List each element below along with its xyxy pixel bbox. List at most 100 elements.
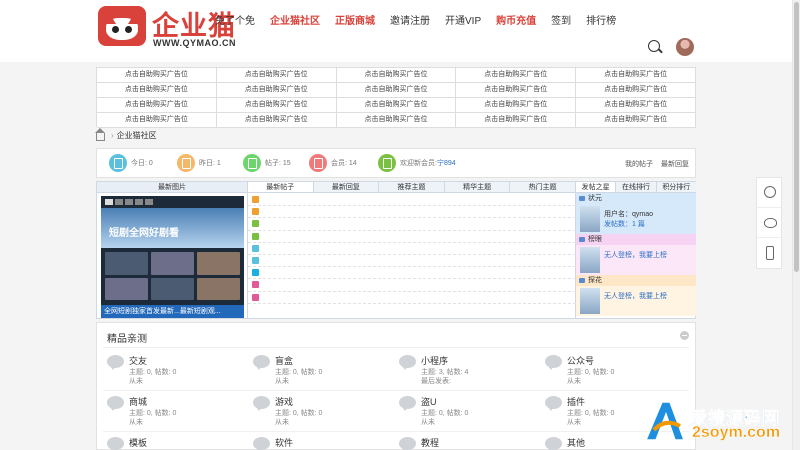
slide-dot[interactable] bbox=[105, 199, 113, 205]
nav-item[interactable]: 免了个免 bbox=[215, 12, 255, 27]
member-avatar[interactable] bbox=[580, 288, 600, 314]
user-avatar[interactable] bbox=[676, 38, 694, 56]
forum-item[interactable]: 软件 bbox=[251, 435, 391, 450]
nav-item[interactable]: 企业猫社区 bbox=[270, 12, 320, 27]
thread-row[interactable] bbox=[248, 243, 576, 255]
ad-slot-link[interactable]: 点击自助购买广告位 bbox=[216, 98, 337, 113]
thread-row[interactable] bbox=[248, 231, 576, 243]
ad-slot-link[interactable]: 点击自助购买广告位 bbox=[336, 83, 457, 98]
tab-thread[interactable]: 热门主题 bbox=[510, 182, 575, 192]
ad-slot-link[interactable]: 点击自助购买广告位 bbox=[456, 98, 577, 113]
forum-name[interactable]: 插件 bbox=[567, 395, 585, 408]
slide-dot[interactable] bbox=[145, 199, 153, 205]
scrollbar[interactable] bbox=[792, 0, 800, 450]
slide-caption[interactable]: 全网短剧独家首发最新...最新短剧观... bbox=[101, 305, 244, 318]
scrollbar-thumb[interactable] bbox=[794, 2, 799, 272]
slide-dot[interactable] bbox=[135, 199, 143, 205]
nav-item[interactable]: 购币充值 bbox=[496, 12, 536, 27]
forum-name[interactable]: 模板 bbox=[129, 436, 147, 449]
ad-slot-link[interactable]: 点击自助购买广告位 bbox=[97, 68, 217, 83]
thread-row[interactable] bbox=[248, 255, 576, 268]
ad-slot-link[interactable]: 点击自助购买广告位 bbox=[216, 83, 337, 98]
forum-item[interactable]: 小程序 主题: 3, 帖数: 4 最后发表: bbox=[397, 353, 537, 389]
nav-item[interactable]: 排行榜 bbox=[586, 12, 616, 27]
ad-slot-link[interactable]: 点击自助购买广告位 bbox=[216, 68, 337, 83]
forum-name[interactable]: 游戏 bbox=[275, 395, 293, 408]
ad-slot-link[interactable]: 点击自助购买广告位 bbox=[97, 98, 217, 113]
slide-dot[interactable] bbox=[125, 199, 133, 205]
stats-link[interactable]: 最新回复 bbox=[661, 161, 689, 168]
forum-item[interactable]: 游戏 主题: 0, 帖数: 0 从未 bbox=[251, 394, 391, 430]
forum-name[interactable]: 教程 bbox=[421, 436, 439, 449]
forum-item[interactable]: 盲盒 主题: 0, 帖数: 0 从未 bbox=[251, 353, 391, 389]
ad-slot-link[interactable]: 点击自助购买广告位 bbox=[336, 113, 457, 128]
mobile-button[interactable] bbox=[757, 238, 781, 268]
thread-row[interactable] bbox=[248, 267, 576, 280]
forum-last-post: 从未 bbox=[421, 419, 435, 426]
tab-ranking[interactable]: 积分排行 bbox=[657, 182, 696, 192]
ad-slot-link[interactable]: 点击自助购买广告位 bbox=[576, 113, 696, 128]
customer-service-button[interactable] bbox=[757, 178, 781, 208]
wechat-button[interactable] bbox=[757, 208, 781, 238]
member-line1[interactable]: 无人登榜，我要上榜 bbox=[604, 251, 667, 261]
breadcrumb-current[interactable]: 企业猫社区 bbox=[117, 130, 157, 141]
nav-item[interactable]: 开通VIP bbox=[445, 12, 481, 27]
member-line1[interactable]: 用户名：qymao bbox=[604, 210, 653, 220]
nav-item[interactable]: 正版商城 bbox=[335, 12, 375, 27]
ad-slot-link[interactable]: 点击自助购买广告位 bbox=[576, 98, 696, 113]
ad-slot-link[interactable]: 点击自助购买广告位 bbox=[97, 83, 217, 98]
forum-name[interactable]: 商城 bbox=[129, 395, 147, 408]
forum-item[interactable]: 模板 bbox=[105, 435, 245, 450]
search-icon[interactable] bbox=[648, 40, 660, 52]
tab-thread[interactable]: 推荐主题 bbox=[379, 182, 445, 192]
forum-item[interactable]: 公众号 主题: 0, 帖数: 0 从未 bbox=[543, 353, 683, 389]
forum-item[interactable]: 交友 主题: 0, 帖数: 0 从未 bbox=[105, 353, 245, 389]
ad-slot-link[interactable]: 点击自助购买广告位 bbox=[97, 113, 217, 128]
ad-slot-link[interactable]: 点击自助购买广告位 bbox=[456, 83, 577, 98]
forum-last-post: 从未 bbox=[567, 378, 581, 385]
member-avatar[interactable] bbox=[580, 206, 600, 232]
thread-row[interactable] bbox=[248, 194, 576, 207]
tab-ranking[interactable]: 发帖之星 bbox=[576, 182, 617, 192]
tab-thread[interactable]: 最新回复 bbox=[314, 182, 380, 192]
thread-row[interactable] bbox=[248, 206, 576, 219]
thread-row[interactable] bbox=[248, 292, 576, 304]
ad-slot-link[interactable]: 点击自助购买广告位 bbox=[456, 113, 577, 128]
member-line1[interactable]: 无人登榜，我要上榜 bbox=[604, 292, 667, 302]
ad-slot-link[interactable]: 点击自助购买广告位 bbox=[576, 83, 696, 98]
slide-dot[interactable] bbox=[115, 199, 123, 205]
home-icon[interactable] bbox=[95, 127, 105, 141]
forum-item[interactable]: 商城 主题: 0, 帖数: 0 从未 bbox=[105, 394, 245, 430]
nav-item[interactable]: 邀请注册 bbox=[390, 12, 430, 27]
tab-latest-images[interactable]: 最新图片 bbox=[97, 182, 247, 193]
new-member-link[interactable]: 宁894 bbox=[437, 158, 456, 168]
forum-name[interactable]: 其他 bbox=[567, 436, 585, 449]
forum-name[interactable]: 小程序 bbox=[421, 354, 448, 367]
forum-name[interactable]: 公众号 bbox=[567, 354, 594, 367]
stat-item: 欢迎新会员: 宁894 bbox=[378, 154, 456, 172]
tab-ranking[interactable]: 在线排行 bbox=[616, 182, 657, 192]
ad-slot-link[interactable]: 点击自助购买广告位 bbox=[336, 98, 457, 113]
forum-item[interactable]: 教程 bbox=[397, 435, 537, 450]
ad-slot-link[interactable]: 点击自助购买广告位 bbox=[336, 68, 457, 83]
tab-thread[interactable]: 精华主题 bbox=[445, 182, 511, 192]
thumbnail-image bbox=[151, 252, 194, 275]
ad-slot-link[interactable]: 点击自助购买广告位 bbox=[456, 68, 577, 83]
thread-row[interactable] bbox=[248, 279, 576, 292]
forum-name[interactable]: 软件 bbox=[275, 436, 293, 449]
forum-name[interactable]: 盗U bbox=[421, 395, 437, 408]
member-avatar[interactable] bbox=[580, 247, 600, 273]
thread-row[interactable] bbox=[248, 218, 576, 231]
ad-slot-link[interactable]: 点击自助购买广告位 bbox=[216, 113, 337, 128]
collapse-icon[interactable] bbox=[680, 331, 689, 340]
tab-thread[interactable]: 最新帖子 bbox=[248, 182, 314, 192]
cat-logo-icon[interactable] bbox=[98, 6, 146, 46]
image-slideshow[interactable]: 短剧全网好剧看 全网短剧独家首发最新...最新短剧观... bbox=[101, 196, 244, 318]
stats-link[interactable]: 我的帖子 bbox=[625, 161, 653, 168]
divider bbox=[103, 390, 689, 391]
forum-name[interactable]: 交友 bbox=[129, 354, 147, 367]
ad-slot-link[interactable]: 点击自助购买广告位 bbox=[576, 68, 696, 83]
forum-name[interactable]: 盲盒 bbox=[275, 354, 293, 367]
forum-item[interactable]: 盗U 主题: 0, 帖数: 0 从未 bbox=[397, 394, 537, 430]
nav-item[interactable]: 签到 bbox=[551, 12, 571, 27]
